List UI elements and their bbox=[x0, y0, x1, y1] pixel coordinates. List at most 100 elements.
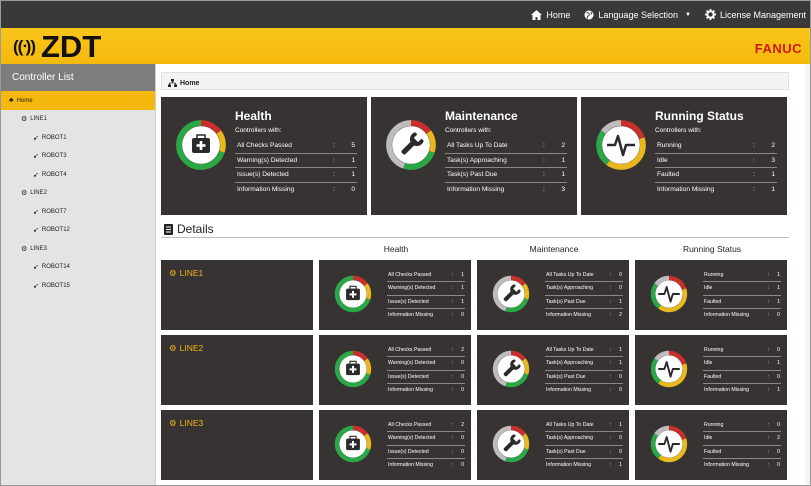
detail-row: Information Missing:0 bbox=[387, 307, 465, 321]
line-health-card[interactable]: All Checks Passed:2 Warning(s) Detected:0… bbox=[319, 335, 471, 405]
sidebar-item-label: Home bbox=[16, 97, 33, 104]
summary-row-label: All Checks Passed bbox=[237, 141, 292, 149]
nav-language-selection[interactable]: Language Selection ▼ bbox=[584, 10, 691, 20]
detail-row-value: 1 bbox=[461, 271, 464, 278]
detail-row: Information Missing:0 bbox=[387, 382, 465, 396]
summary-row-value: 1 bbox=[771, 171, 775, 179]
detail-row-label: Faulted bbox=[704, 448, 722, 455]
line-maintenance-card[interactable]: All Tasks Up To Date:0 Task(s) Approachin… bbox=[477, 260, 629, 330]
summary-row[interactable]: Information Missing: 1 bbox=[655, 181, 777, 197]
nav-home[interactable]: Home bbox=[531, 9, 570, 20]
colon: : bbox=[768, 462, 770, 469]
sidebar-item-robot12[interactable]: ➹ ROBOT12 bbox=[1, 221, 155, 240]
gear-icon: ⚙ bbox=[169, 268, 177, 278]
health-status-icon bbox=[333, 349, 373, 394]
line-health-rows: All Checks Passed:2 Warning(s) Detected:0… bbox=[387, 418, 465, 471]
detail-row: Task(s) Approaching:1 bbox=[545, 356, 623, 369]
sidebar-item-line2[interactable]: ⚙ LINE2 bbox=[1, 184, 155, 203]
sidebar-item-home[interactable]: ♣ Home bbox=[1, 91, 155, 110]
signal-icon: ((ᐧ)) bbox=[13, 37, 36, 56]
sidebar-item-robot3[interactable]: ➹ ROBOT3 bbox=[1, 147, 155, 166]
colon: : bbox=[610, 462, 612, 469]
robot-icon: ➹ bbox=[33, 171, 39, 179]
line-name[interactable]: ⚙ LINE2 bbox=[161, 335, 313, 405]
line-maintenance-card[interactable]: All Tasks Up To Date:1 Task(s) Approachin… bbox=[477, 335, 629, 405]
gear-icon bbox=[704, 9, 716, 20]
colon: : bbox=[768, 360, 770, 367]
detail-row-label: All Checks Passed bbox=[388, 346, 432, 353]
line-running-card[interactable]: Running:1 Idle:1 Faulted:1 Information Miss… bbox=[635, 260, 787, 330]
line-health-rows: All Checks Passed:2 Warning(s) Detected:0… bbox=[387, 343, 465, 396]
running-status-icon bbox=[649, 424, 689, 469]
summary-row[interactable]: Faulted: 1 bbox=[655, 167, 777, 182]
sidebar-item-robot1[interactable]: ➹ ROBOT1 bbox=[1, 129, 155, 148]
summary-row[interactable]: Idle: 3 bbox=[655, 152, 777, 168]
summary-row-label: Information Missing bbox=[447, 185, 505, 193]
detail-row: Running:0 bbox=[703, 343, 781, 356]
summary-row-value: 2 bbox=[771, 141, 775, 149]
summary-row[interactable]: Information Missing: 0 bbox=[235, 181, 357, 197]
colon: : bbox=[543, 141, 545, 149]
maintenance-status-icon bbox=[491, 424, 531, 469]
line-running-card[interactable]: Running:0 Idle:1 Faulted:0 Information Miss… bbox=[635, 335, 787, 405]
summary-row[interactable]: Issue(s) Detected: 1 bbox=[235, 167, 357, 182]
summary-row[interactable]: Task(s) Approaching: 1 bbox=[445, 152, 567, 168]
detail-row-label: Information Missing bbox=[388, 462, 433, 469]
line-name[interactable]: ⚙ LINE3 bbox=[161, 410, 313, 480]
detail-row-label: Faulted bbox=[704, 298, 722, 305]
detail-row-value: 0 bbox=[461, 373, 464, 380]
sidebar-item-line3[interactable]: ⚙ LINE3 bbox=[1, 240, 155, 259]
line-name[interactable]: ⚙ LINE1 bbox=[161, 260, 313, 330]
detail-row: All Tasks Up To Date:1 bbox=[545, 418, 623, 431]
details-divider bbox=[161, 237, 789, 238]
summary-row-label: Idle bbox=[657, 156, 668, 164]
summary-health-rows: All Checks Passed: 5 Warning(s) Detected: 1… bbox=[235, 138, 357, 196]
colon: : bbox=[768, 387, 770, 394]
summary-subtitle: Controllers with: bbox=[445, 127, 492, 134]
line-running-rows: Running:0 Idle:1 Faulted:0 Information Miss… bbox=[703, 343, 781, 396]
colon: : bbox=[768, 312, 770, 319]
nav-license-management[interactable]: License Management bbox=[704, 9, 806, 20]
summary-row[interactable]: Running: 2 bbox=[655, 138, 777, 153]
sidebar-item-label: ROBOT14 bbox=[41, 264, 70, 271]
detail-row: Idle:1 bbox=[703, 356, 781, 369]
summary-running-title: Running Status bbox=[655, 109, 744, 123]
sidebar-item-robot15[interactable]: ➹ ROBOT15 bbox=[1, 277, 155, 296]
colon: : bbox=[610, 346, 612, 353]
line-running-card[interactable]: Running:0 Idle:2 Faulted:0 Information Miss… bbox=[635, 410, 787, 480]
colon: : bbox=[333, 156, 335, 164]
line-health-card[interactable]: All Checks Passed:2 Warning(s) Detected:0… bbox=[319, 410, 471, 480]
sidebar-item-robot14[interactable]: ➹ ROBOT14 bbox=[1, 258, 155, 277]
line-health-card[interactable]: All Checks Passed:1 Warning(s) Detected:1… bbox=[319, 260, 471, 330]
colon: : bbox=[610, 373, 612, 380]
breadcrumb-home[interactable]: Home bbox=[180, 80, 199, 87]
colon: : bbox=[768, 271, 770, 278]
summary-maintenance-panel: Maintenance Controllers with: All Tasks Up… bbox=[371, 97, 577, 215]
detail-row: Information Missing:2 bbox=[545, 307, 623, 321]
detail-row-label: Information Missing bbox=[546, 387, 591, 394]
detail-row: Information Missing:0 bbox=[387, 457, 465, 471]
summary-row[interactable]: Task(s) Past Due: 1 bbox=[445, 167, 567, 182]
summary-row-label: Issue(s) Detected bbox=[237, 171, 289, 179]
summary-row[interactable]: Information Missing: 3 bbox=[445, 181, 567, 197]
detail-row: Idle:1 bbox=[703, 281, 781, 294]
summary-row[interactable]: All Tasks Up To Date: 2 bbox=[445, 138, 567, 153]
sidebar-item-line1[interactable]: ⚙ LINE1 bbox=[1, 110, 155, 129]
sidebar-item-robot7[interactable]: ➹ ROBOT7 bbox=[1, 203, 155, 222]
colon: : bbox=[768, 298, 770, 305]
detail-row-value: 0 bbox=[619, 373, 622, 380]
summary-maintenance-rows: All Tasks Up To Date: 2 Task(s) Approachin… bbox=[445, 138, 567, 196]
summary-row[interactable]: All Checks Passed: 5 bbox=[235, 138, 357, 153]
robot-icon: ➹ bbox=[33, 227, 39, 235]
line-row: ⚙ LINE3 All Checks Passed:2 Warning(s) Dete… bbox=[161, 410, 789, 480]
summary-row[interactable]: Warning(s) Detected: 1 bbox=[235, 152, 357, 168]
detail-row-label: Warning(s) Detected bbox=[388, 435, 436, 442]
line-maintenance-card[interactable]: All Tasks Up To Date:1 Task(s) Approachin… bbox=[477, 410, 629, 480]
detail-row-value: 1 bbox=[619, 298, 622, 305]
colon: : bbox=[768, 285, 770, 292]
detail-row-value: 1 bbox=[461, 298, 464, 305]
sidebar-item-robot4[interactable]: ➹ ROBOT4 bbox=[1, 166, 155, 185]
detail-row-label: Running bbox=[704, 346, 724, 353]
scrollbar[interactable] bbox=[805, 64, 810, 485]
robot-icon: ➹ bbox=[33, 282, 39, 290]
